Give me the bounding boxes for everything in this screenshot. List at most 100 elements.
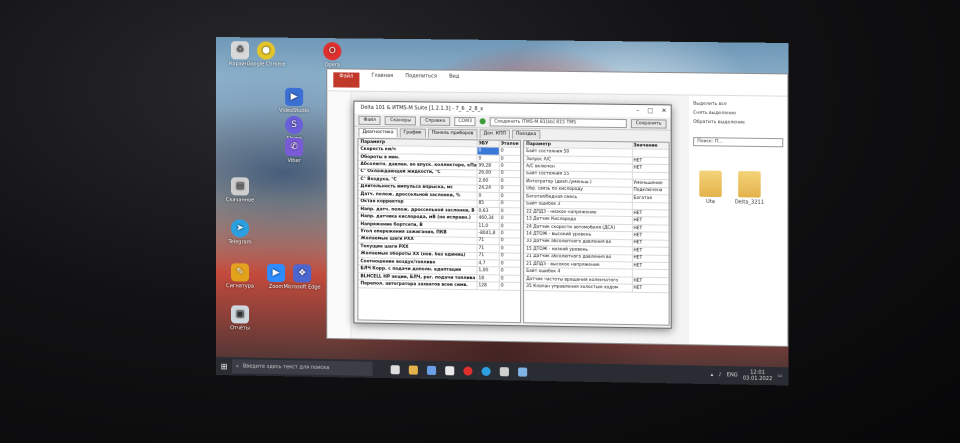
clock[interactable]: 12:01 03.01.2022 xyxy=(743,369,772,383)
flag-value: НЕТ xyxy=(633,225,643,231)
param-value: 4,7 xyxy=(477,260,500,267)
param-value: 0 xyxy=(477,155,500,163)
port-select[interactable]: COM3 xyxy=(454,116,476,126)
flag-value: НЕТ xyxy=(633,248,643,254)
file-menu-button[interactable]: Файл xyxy=(358,115,382,125)
tab-diagnostics[interactable]: Диагностика xyxy=(358,127,398,138)
param-reference: 0 xyxy=(500,231,504,237)
menu-view[interactable]: Вид xyxy=(449,74,459,89)
menu-home[interactable]: Главная xyxy=(371,73,393,88)
desktop-icon-video[interactable]: ▶ VideoStudio xyxy=(274,87,314,115)
param-value: 71 xyxy=(477,252,500,260)
tab-extra[interactable]: Доп. КПП xyxy=(479,129,510,139)
app-icon[interactable] xyxy=(518,366,528,377)
param-value: 0 xyxy=(477,147,500,155)
param-reference: 0 xyxy=(500,186,504,192)
flag-value: НЕТ xyxy=(633,165,643,171)
desktop-icon-sign[interactable]: ✎ Сигнатура xyxy=(220,263,260,290)
param-value: -8041,8 xyxy=(477,230,500,237)
param-reference: 0 xyxy=(500,246,504,252)
flag-value: НЕТ xyxy=(633,255,643,261)
close-icon[interactable]: ✕ xyxy=(661,107,666,114)
param-value: 460,34 xyxy=(477,215,500,222)
task-view-icon[interactable] xyxy=(390,364,400,374)
viber-icon: ✆ xyxy=(285,137,304,157)
scanners-menu-button[interactable]: Сканеры xyxy=(385,115,417,125)
explorer-right-panel: Выделить все Снять выделение Обратить вы… xyxy=(689,95,788,346)
explorer-nav-pane[interactable] xyxy=(327,91,352,339)
explorer-ribbon: Файл Главная Поделиться Вид xyxy=(327,69,788,97)
chrome-icon: ● xyxy=(257,41,276,60)
save-button[interactable]: Сохранить xyxy=(630,118,667,129)
flag-value xyxy=(632,270,668,277)
language-indicator[interactable]: ENG xyxy=(727,372,738,378)
system-tray: ▴ ♪ ENG 12:01 03.01.2022 ▭ xyxy=(711,369,789,383)
explorer-search-input[interactable]: Поиск: П... xyxy=(693,137,784,148)
flag-value xyxy=(632,172,668,179)
param-reference: 0 xyxy=(500,193,504,199)
tab-graph[interactable]: График xyxy=(399,128,426,138)
invert-selection-button[interactable]: Обратить выделение xyxy=(693,118,783,128)
param-reference: 0 xyxy=(500,253,504,259)
folder-uta[interactable]: Uta xyxy=(695,170,726,205)
param-reference: 0 xyxy=(500,171,504,177)
diag-title: Delta 101 & ИТМS-M Suite [1.2.1.3] - 7_6… xyxy=(360,104,484,113)
app-icon[interactable] xyxy=(426,365,437,375)
desktop-icon-chrome[interactable]: ● Google Chrome xyxy=(246,41,286,68)
telegram-icon: ➤ xyxy=(231,219,250,238)
help-menu-button[interactable]: Справка xyxy=(420,116,451,126)
flag-value: НЕТ xyxy=(633,158,643,164)
flag-name: 35 Клапан управления холостым ходом xyxy=(524,283,633,292)
flag-value: НЕТ xyxy=(633,210,643,216)
taskbar-apps xyxy=(390,364,528,377)
telegram-icon[interactable] xyxy=(481,366,491,376)
param-reference: 0 xyxy=(500,238,504,244)
windows-start-icon[interactable]: ⊞ xyxy=(216,362,232,371)
param-value: 99,28 xyxy=(477,162,500,170)
param-reference: 0 xyxy=(500,268,504,274)
param-name: Перепол. автогратора захватов всеи симв. xyxy=(358,280,478,289)
flag-value: Уменьшение xyxy=(633,180,663,187)
connection-indicator-icon xyxy=(480,118,487,125)
folder-delta[interactable]: Delta_3211 xyxy=(734,171,765,206)
desktop-icon-telegram[interactable]: ➤ Telegram xyxy=(220,219,260,246)
desktop-icon-downloads[interactable]: ▤ Скачанное xyxy=(220,177,260,204)
connect-field[interactable]: Соединить ITMS-M 81[kb] 815 TMS xyxy=(490,116,627,128)
right-param-table[interactable]: Параметр Значение Байт состояния 50 Запро… xyxy=(523,139,670,326)
desktop-icon-viber[interactable]: ✆ Viber xyxy=(274,137,314,165)
desktop-icon-reports[interactable]: ▣ Отчёты xyxy=(220,305,260,332)
param-value: 0 xyxy=(477,192,500,200)
search-icon: ⌕ xyxy=(236,363,239,370)
folder-icon: ▤ xyxy=(231,177,250,196)
explorer-icon[interactable] xyxy=(408,364,418,375)
table-row[interactable]: 35 Клапан управления холостым ходом НЕТ xyxy=(524,283,669,294)
param-value: 128 xyxy=(477,282,500,290)
network-icon[interactable]: ▴ xyxy=(711,372,714,378)
taskbar-search-input[interactable]: ⌕ Введите здесь текст для поиска xyxy=(232,359,373,376)
param-reference: 0 xyxy=(500,163,504,169)
desktop-icon-opera[interactable]: O Opera xyxy=(312,42,352,69)
param-value: 71 xyxy=(477,245,500,252)
notifications-icon[interactable]: ▭ xyxy=(777,373,782,379)
volume-icon[interactable]: ♪ xyxy=(718,372,721,378)
flag-value: НЕТ xyxy=(633,240,643,246)
param-reference: 0 xyxy=(500,223,504,229)
flag-value: НЕТ xyxy=(633,263,643,269)
param-value: 0,63 xyxy=(477,207,500,215)
tab-dashboard[interactable]: Панель приборов xyxy=(427,128,478,139)
desktop-icon-edge[interactable]: ❖ Microsoft Edge xyxy=(282,264,322,291)
menu-share[interactable]: Поделиться xyxy=(405,73,437,88)
flag-value: НЕТ xyxy=(633,285,643,291)
opera-icon[interactable] xyxy=(463,365,473,376)
app-icon[interactable] xyxy=(499,366,509,376)
left-param-table[interactable]: Параметр ЭБУ Эталон Скорость км/ч 0 0 Оборо… xyxy=(357,137,522,324)
menu-file[interactable]: Файл xyxy=(333,72,360,88)
minimize-icon[interactable]: – xyxy=(636,107,639,114)
table-row[interactable]: Перепол. автогратора захватов всеи симв.… xyxy=(358,280,521,291)
flag-value: Богатая xyxy=(633,195,652,201)
param-value: 24,24 xyxy=(477,185,500,193)
app-icon[interactable] xyxy=(445,365,455,375)
param-value: 71 xyxy=(477,237,500,245)
tab-trip[interactable]: Поездка xyxy=(511,129,541,140)
maximize-icon[interactable]: □ xyxy=(647,107,653,114)
